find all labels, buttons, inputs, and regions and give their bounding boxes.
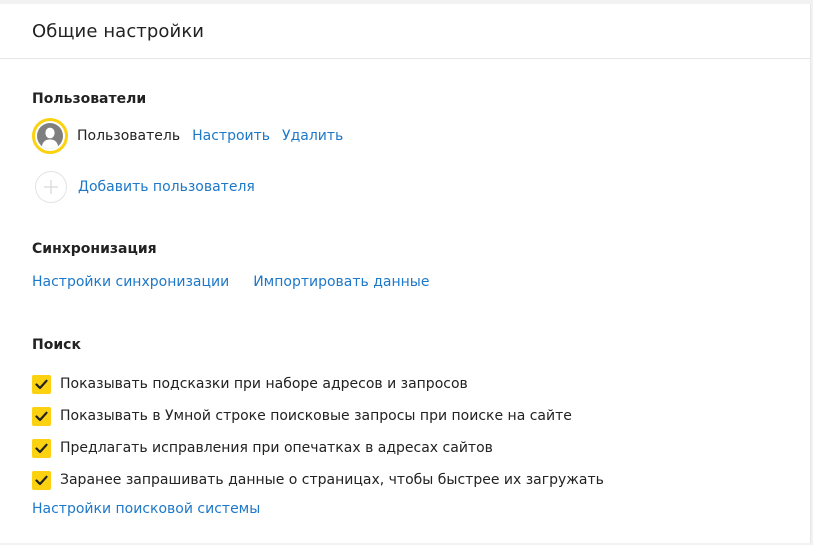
search-engine-settings: Настройки поисковой системы — [32, 498, 260, 517]
checkbox-site-queries[interactable] — [32, 406, 51, 426]
import-data-link[interactable]: Импортировать данные — [253, 274, 429, 290]
user-avatar-icon[interactable] — [32, 118, 68, 154]
checkmark-icon — [35, 411, 48, 421]
checkbox-prefetch[interactable] — [32, 470, 51, 490]
sync-settings-link[interactable]: Настройки синхронизации — [32, 274, 229, 290]
plus-icon[interactable] — [35, 171, 67, 203]
search-section-title: Поиск — [32, 337, 81, 353]
search-option-suggestions[interactable]: Показывать подсказки при наборе адресов … — [32, 368, 604, 400]
users-section-title: Пользователи — [32, 91, 147, 107]
search-section: Поиск — [32, 334, 81, 353]
page-title: Общие настройки — [32, 20, 205, 42]
checkbox-suggestions[interactable] — [32, 374, 51, 394]
checkbox-label: Заранее запрашивать данные о страницах, … — [60, 472, 604, 488]
checkbox-typo-fix[interactable] — [32, 438, 51, 458]
search-options: Показывать подсказки при наборе адресов … — [32, 368, 604, 496]
search-option-prefetch[interactable]: Заранее запрашивать данные о страницах, … — [32, 464, 604, 496]
search-option-typo-fix[interactable]: Предлагать исправления при опечатках в а… — [32, 432, 604, 464]
delete-user-link[interactable]: Удалить — [282, 128, 343, 144]
search-option-site-queries[interactable]: Показывать в Умной строке поисковые запр… — [32, 400, 604, 432]
checkbox-label: Предлагать исправления при опечатках в а… — [60, 440, 493, 456]
checkmark-icon — [35, 443, 48, 453]
panel-header: Общие настройки — [0, 4, 810, 59]
plus-glyph — [44, 180, 58, 194]
sync-section-title: Синхронизация — [32, 241, 157, 257]
user-row: Пользователь Настроить Удалить — [32, 116, 343, 156]
add-user-row[interactable]: Добавить пользователя — [35, 170, 255, 204]
checkmark-icon — [35, 379, 48, 389]
users-section: Пользователи — [32, 88, 146, 107]
search-engine-settings-link[interactable]: Настройки поисковой системы — [32, 501, 260, 517]
configure-user-link[interactable]: Настроить — [192, 128, 270, 144]
current-user-name: Пользователь — [77, 128, 181, 144]
checkmark-icon — [35, 475, 48, 485]
add-user-link[interactable]: Добавить пользователя — [78, 179, 255, 195]
sync-section: Синхронизация — [32, 238, 157, 257]
person-silhouette-icon — [41, 127, 59, 149]
sync-links: Настройки синхронизации Импортировать да… — [32, 274, 429, 290]
checkbox-label: Показывать в Умной строке поисковые запр… — [60, 408, 572, 424]
checkbox-label: Показывать подсказки при наборе адресов … — [60, 376, 468, 392]
settings-panel: Общие настройки Пользователи Пользовател… — [0, 4, 811, 543]
avatar-image — [37, 123, 63, 149]
